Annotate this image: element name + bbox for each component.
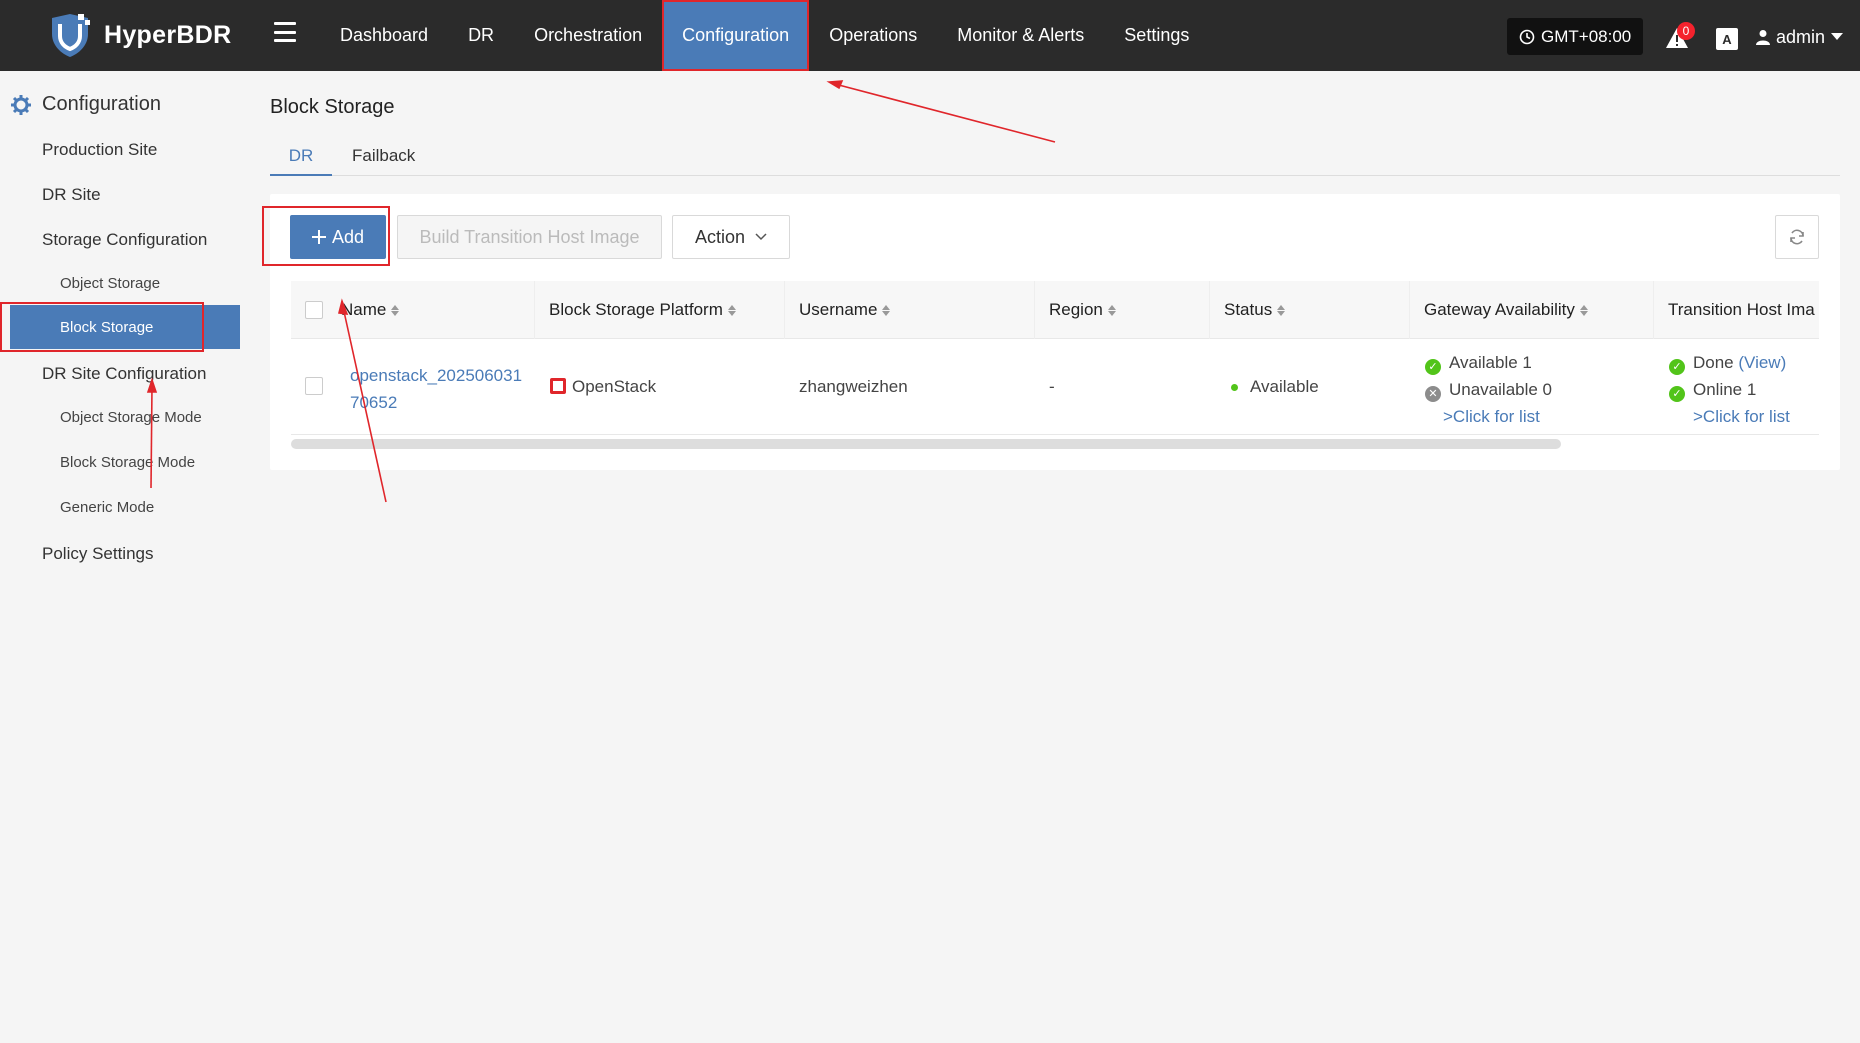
row-checkbox[interactable] — [305, 377, 323, 395]
gateway-click-for-list-link[interactable]: >Click for list — [1425, 403, 1552, 430]
tab-bar: DR Failback — [270, 140, 1840, 176]
sort-icon — [1579, 304, 1588, 316]
top-nav: Dashboard DR Orchestration Configuration… — [320, 0, 1209, 71]
action-dropdown-label: Action — [694, 226, 746, 247]
check-circle-icon: ✓ — [1669, 386, 1685, 402]
timezone-button[interactable]: GMT+08:00 — [1507, 18, 1644, 55]
timezone-label: GMT+08:00 — [1541, 26, 1632, 46]
openstack-icon — [550, 378, 566, 394]
check-circle-icon: ✓ — [1669, 359, 1685, 375]
transition-done: Done — [1693, 353, 1734, 372]
sidebar-item-object-storage-mode[interactable]: Object Storage Mode — [60, 409, 202, 426]
gear-icon — [11, 94, 31, 115]
sidebar-item-production-site[interactable]: Production Site — [42, 140, 157, 160]
column-status-label: Status — [1224, 300, 1273, 319]
refresh-button[interactable] — [1775, 215, 1819, 259]
nav-dr[interactable]: DR — [448, 0, 514, 71]
alert-count-badge: 0 — [1677, 22, 1695, 40]
sort-icon — [1277, 304, 1286, 316]
tab-dr[interactable]: DR — [270, 146, 332, 176]
column-transition-host-image[interactable]: Transition Host Ima — [1653, 281, 1819, 339]
sidebar-item-block-storage-mode[interactable]: Block Storage Mode — [60, 454, 195, 471]
sort-icon — [727, 304, 736, 316]
user-icon — [1756, 30, 1770, 45]
nav-configuration[interactable]: Configuration — [662, 0, 810, 71]
caret-down-icon — [1831, 33, 1844, 40]
row-platform-label: OpenStack — [572, 377, 657, 396]
nav-dashboard[interactable]: Dashboard — [320, 0, 448, 71]
select-all-checkbox[interactable] — [305, 301, 323, 319]
row-gateway: ✓ Available 1 ✕ Unavailable 0 >Click for l… — [1425, 349, 1552, 430]
sidebar-title-label: Configuration — [42, 93, 161, 115]
sort-icon — [882, 304, 891, 316]
sidebar-item-policy-settings[interactable]: Policy Settings — [42, 544, 154, 564]
top-bar: HyperBDR Dashboard DR Orchestration Conf… — [0, 0, 1860, 71]
language-icon[interactable]: A — [1716, 28, 1738, 50]
app-name: HyperBDR — [104, 20, 232, 49]
table-row: openstack_202506031 70652 OpenStack zhan… — [291, 339, 1819, 435]
sort-icon — [391, 304, 400, 316]
action-dropdown[interactable]: Action — [672, 215, 790, 259]
block-storage-table: Name Block Storage Platform Username Reg… — [291, 281, 1819, 435]
transition-click-for-list-link[interactable]: >Click for list — [1669, 403, 1790, 430]
annotation-highlight-block-storage — [0, 302, 204, 352]
transition-online: Online 1 — [1693, 380, 1757, 399]
row-status: Available — [1231, 377, 1319, 397]
sidebar: Configuration Production Site DR Site St… — [0, 71, 250, 1043]
sort-icon — [1107, 304, 1116, 316]
annotation-highlight-add — [262, 206, 390, 266]
column-gateway-label: Gateway Availability — [1424, 300, 1575, 319]
nav-operations[interactable]: Operations — [809, 0, 937, 71]
column-gateway[interactable]: Gateway Availability — [1409, 281, 1653, 339]
nav-orchestration[interactable]: Orchestration — [514, 0, 662, 71]
refresh-icon — [1790, 229, 1804, 245]
sidebar-item-object-storage[interactable]: Object Storage — [60, 275, 160, 292]
build-transition-host-image-button[interactable]: Build Transition Host Image — [397, 215, 662, 259]
sidebar-title: Configuration — [10, 93, 161, 116]
row-transition-host-image: ✓ Done (View) ✓ Online 1 >Click for list — [1669, 349, 1790, 430]
column-username-label: Username — [799, 300, 878, 319]
gateway-unavailable: Unavailable 0 — [1449, 380, 1553, 399]
column-name-label: Name — [341, 300, 387, 319]
user-name: admin — [1776, 26, 1826, 47]
row-region: - — [1049, 377, 1055, 396]
nav-settings[interactable]: Settings — [1104, 0, 1209, 71]
sidebar-item-storage-configuration[interactable]: Storage Configuration — [42, 230, 207, 250]
user-menu[interactable]: admin — [1756, 22, 1844, 52]
tab-failback[interactable]: Failback — [352, 146, 415, 176]
column-region[interactable]: Region — [1034, 281, 1209, 339]
column-username[interactable]: Username — [784, 281, 1034, 339]
status-dot-icon — [1231, 384, 1238, 392]
sidebar-item-dr-site[interactable]: DR Site — [42, 185, 101, 205]
close-circle-icon: ✕ — [1425, 386, 1441, 402]
row-platform: OpenStack — [550, 377, 656, 397]
sidebar-item-generic-mode[interactable]: Generic Mode — [60, 499, 154, 516]
page-title: Block Storage — [270, 96, 395, 118]
column-platform-label: Block Storage Platform — [549, 300, 723, 319]
gateway-available: Available 1 — [1449, 353, 1532, 372]
sidebar-item-dr-site-configuration[interactable]: DR Site Configuration — [42, 364, 206, 384]
check-circle-icon: ✓ — [1425, 359, 1441, 375]
row-username: zhangweizhen — [799, 377, 908, 396]
row-name-line2: 70652 — [350, 393, 398, 412]
row-checkbox-cell — [305, 377, 323, 395]
nav-monitor-alerts[interactable]: Monitor & Alerts — [937, 0, 1104, 71]
column-status[interactable]: Status — [1209, 281, 1409, 339]
table-header: Name Block Storage Platform Username Reg… — [291, 281, 1819, 339]
transition-view-link[interactable]: (View) — [1738, 353, 1786, 372]
app-logo[interactable]: HyperBDR — [48, 12, 231, 58]
column-name[interactable]: Name — [341, 281, 549, 339]
table-horizontal-scrollbar[interactable] — [291, 439, 1561, 449]
chevron-down-icon — [755, 233, 767, 241]
column-platform[interactable]: Block Storage Platform — [534, 281, 784, 339]
clock-icon — [1519, 29, 1535, 44]
row-name-link[interactable]: openstack_202506031 70652 — [350, 362, 522, 416]
menu-toggle-icon[interactable] — [274, 22, 296, 42]
row-name-line1: openstack_202506031 — [350, 366, 523, 385]
column-region-label: Region — [1049, 300, 1103, 319]
shield-logo-icon — [52, 14, 90, 57]
row-status-label: Available — [1250, 377, 1319, 396]
select-all-cell — [291, 281, 341, 339]
